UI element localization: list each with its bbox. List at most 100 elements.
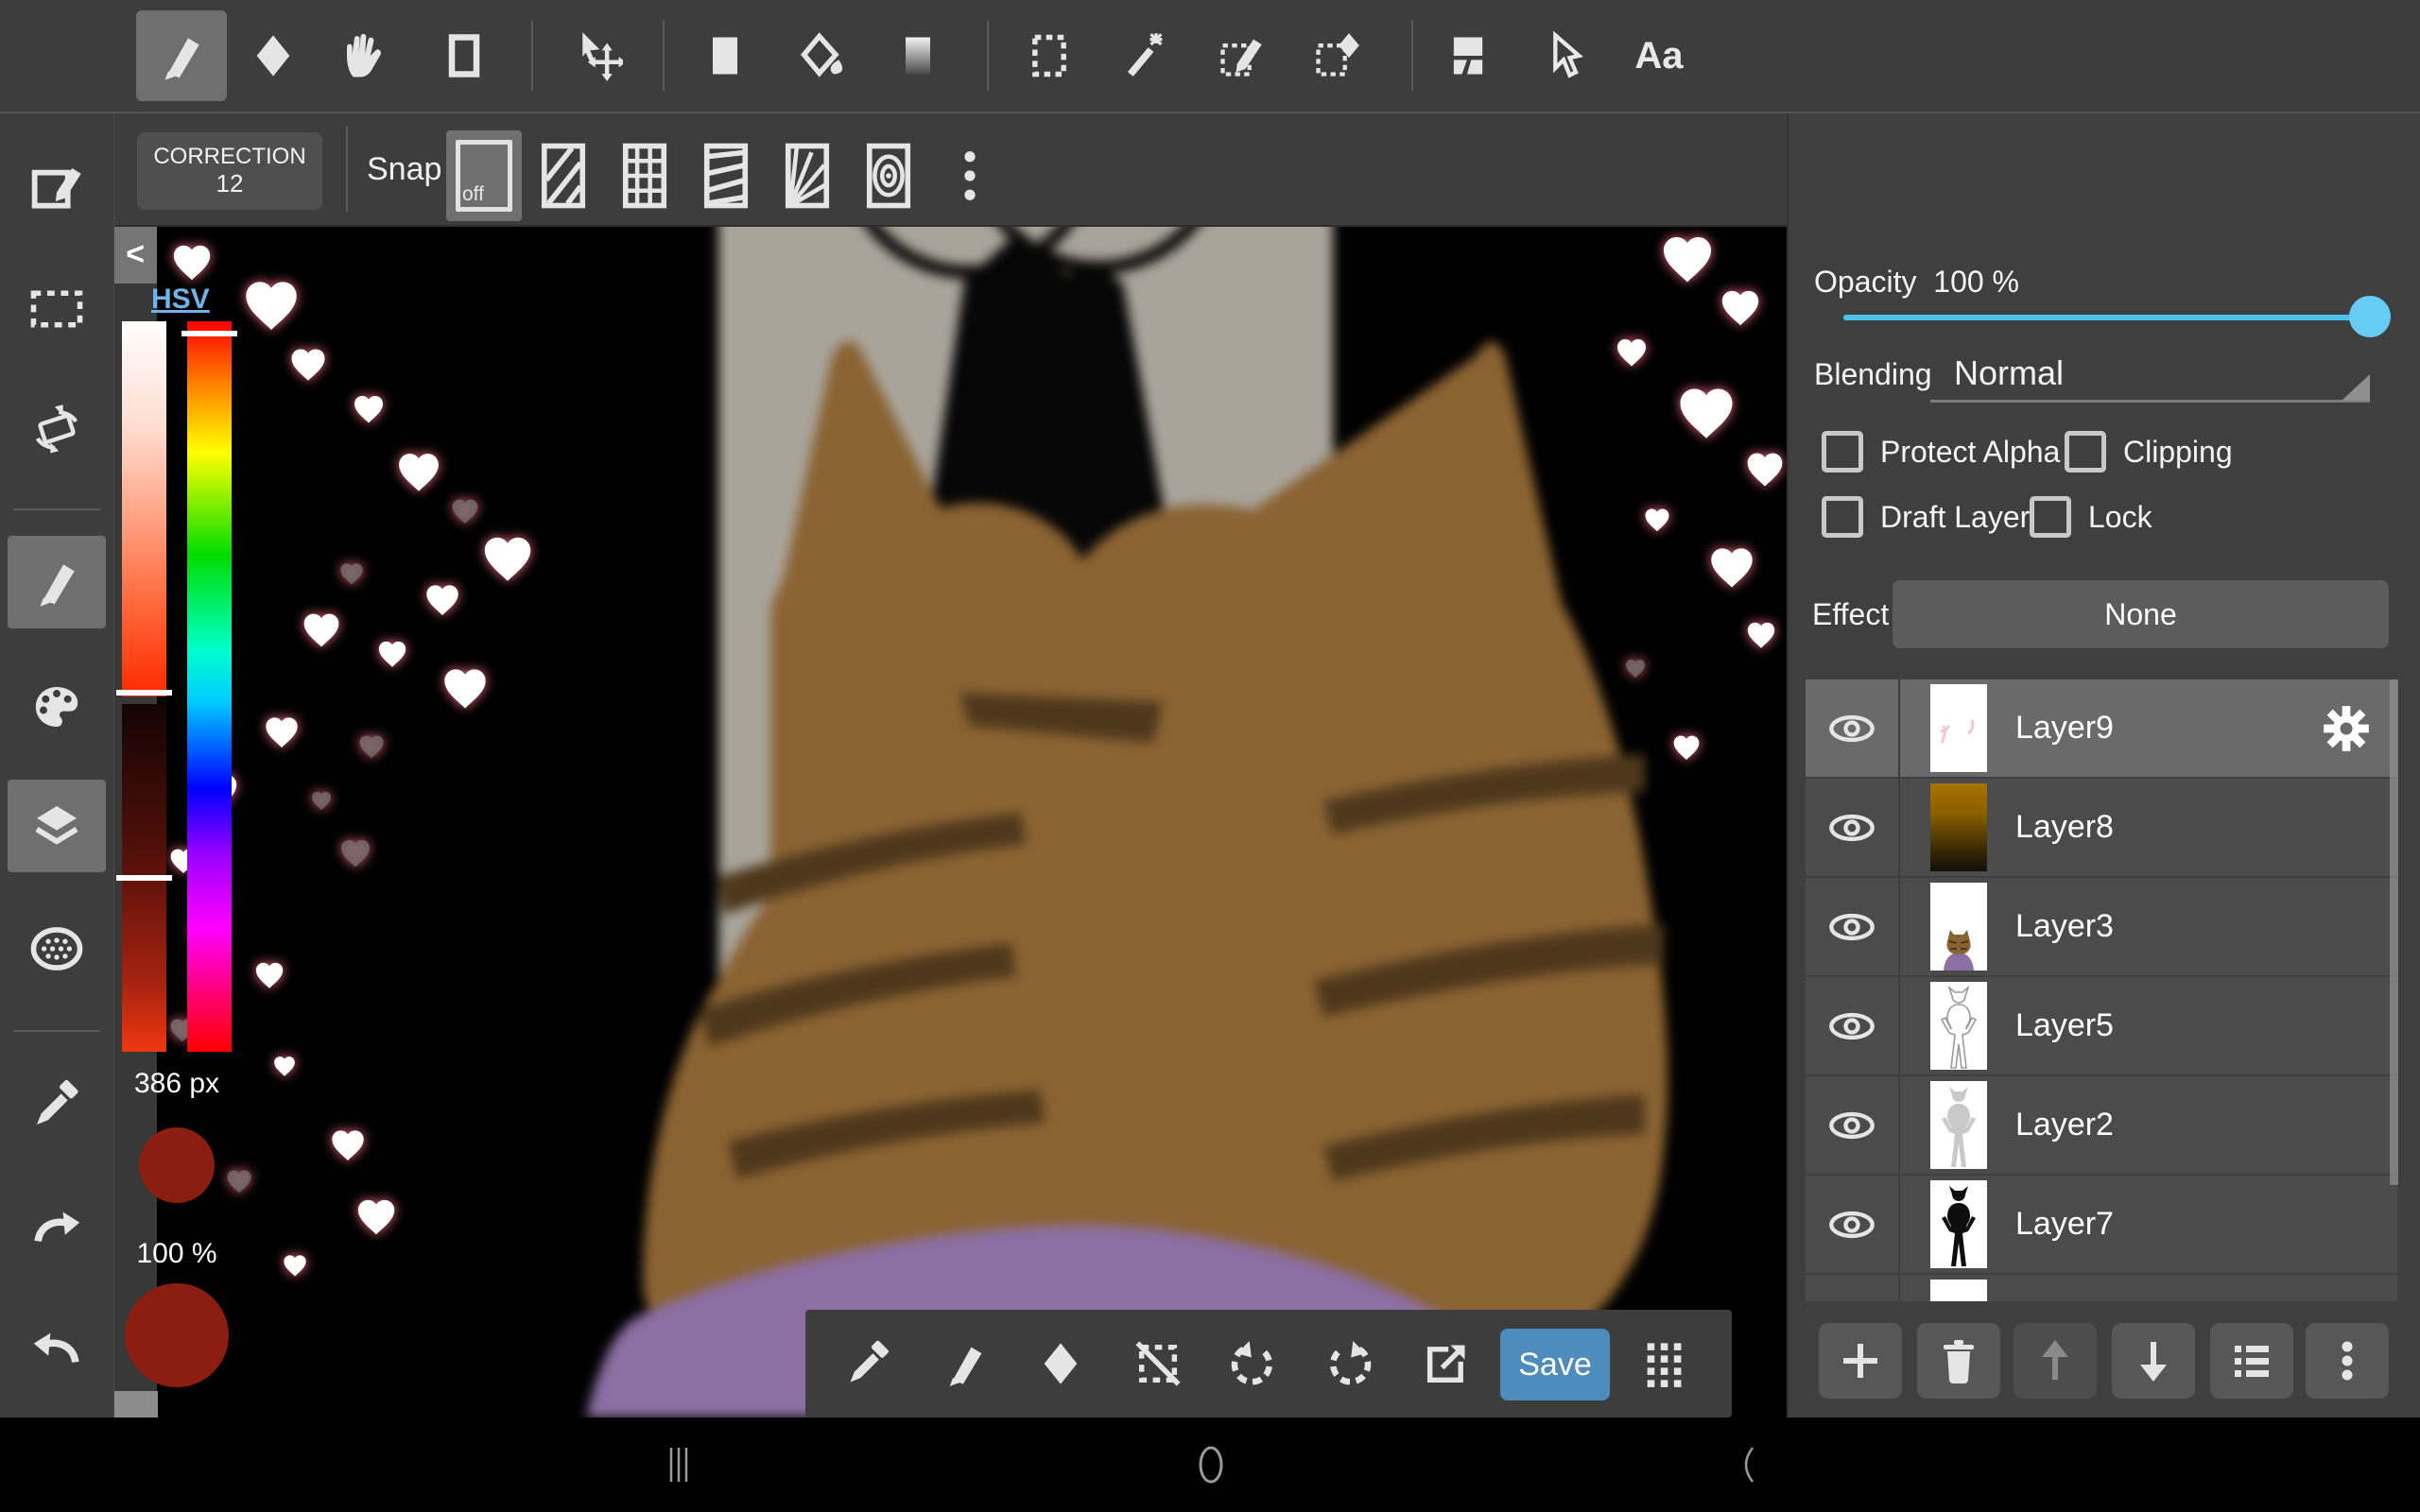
layer-row-layer9[interactable]: Layer9 [1806,679,2397,777]
protect-alpha-checkbox[interactable] [1822,431,1863,472]
layer-visibility-toggle[interactable] [1806,779,1900,876]
sidebar-eyedropper[interactable] [8,1058,106,1151]
sidebar-palette[interactable] [8,661,106,753]
snap-vanishing-button[interactable] [781,144,834,208]
layer-thumbnail[interactable] [1930,1280,1987,1301]
layer-thumbnail[interactable] [1930,883,1987,971]
tool-text[interactable]: Aa [1628,25,1690,87]
layer-row-layer8[interactable]: Layer8 [1806,779,2397,876]
tool-eraser[interactable] [242,25,304,87]
layer-row-layer3[interactable]: Layer3 [1806,878,2397,975]
sidebar-material[interactable] [8,902,106,995]
layer-settings-gear-icon[interactable] [2322,704,2371,753]
layer-thumbnail[interactable] [1930,1081,1987,1169]
opacity-slider-track[interactable] [1843,315,2369,320]
layer-thumbnail[interactable] [1930,982,1987,1070]
saturation-marker[interactable] [116,690,172,696]
effect-dropdown[interactable]: None [1893,580,2389,648]
home-button[interactable] [1154,1418,1268,1512]
saturation-bar[interactable] [122,321,166,696]
sidebar-brush-tool[interactable] [8,536,106,628]
brush-button[interactable] [933,1332,997,1396]
tool-select-eraser[interactable] [1305,25,1368,87]
layer-thumbnail[interactable] [1930,783,1987,871]
snap-off-button[interactable]: off [446,130,522,221]
snap-vanishing-icon [781,142,834,210]
sidebar-rotate-canvas[interactable] [8,384,106,476]
canvas-artwork [113,225,1787,1418]
undo-button[interactable] [1221,1332,1286,1396]
sidebar-layers[interactable] [8,780,106,872]
tool-select-pen[interactable] [1210,25,1272,87]
snap-horizontal-button[interactable] [700,144,752,208]
recent-apps-button[interactable] [622,1418,735,1512]
brush-icon [155,29,208,82]
hsv-mode-link[interactable]: HSV [151,284,210,316]
tool-divide-panel[interactable] [1437,25,1499,87]
tool-operation-cursor[interactable] [1532,25,1595,87]
tool-fill-rect[interactable] [694,25,756,87]
layer-row-partial[interactable] [1806,1275,2397,1301]
sidebar-edit-canvas[interactable] [8,142,106,234]
sidebar-select[interactable] [8,263,106,355]
blending-dropdown-value[interactable]: Normal [1954,353,2064,393]
tool-magic-wand[interactable] [1114,25,1176,87]
layer-visibility-toggle[interactable] [1806,1176,1900,1273]
layer-row-layer7[interactable]: Layer7 [1806,1176,2397,1273]
layer-more-button[interactable] [2306,1323,2389,1399]
layer-row-layer2[interactable]: Layer2 [1806,1076,2397,1174]
move-layer-down-button[interactable] [2112,1323,2195,1399]
lock-checkbox[interactable] [2030,496,2071,538]
deselect-button[interactable] [1126,1332,1190,1396]
hue-marker[interactable] [182,331,237,336]
sidebar-undo[interactable] [8,1301,106,1394]
heart-shape [485,538,530,581]
layer-visibility-toggle[interactable] [1806,878,1900,975]
sidebar-redo[interactable] [8,1180,106,1273]
brush-opacity-preview[interactable] [125,1283,229,1387]
tool-gradient[interactable] [887,25,949,87]
layer-thumbnail[interactable] [1930,1180,1987,1268]
move-layer-up-button[interactable] [2014,1323,2097,1399]
panel-resize-handle[interactable] [113,1391,158,1418]
drawing-canvas[interactable]: < HSV 386 px 100 % [113,225,1787,1418]
snap-parallel-button[interactable] [537,144,590,208]
dropdown-caret-icon[interactable] [2342,374,2370,401]
collapse-panel-button[interactable]: < [113,225,157,284]
layer-list-scrollbar[interactable] [2390,679,2398,1185]
opacity-slider-thumb[interactable] [2349,296,2391,337]
draft-layer-checkbox[interactable] [1822,496,1863,538]
layer-visibility-toggle[interactable] [1806,1076,1900,1174]
tool-bucket-fill[interactable] [791,25,854,87]
eyedropper-button[interactable] [837,1332,901,1396]
tool-frame[interactable] [433,25,495,87]
tool-move[interactable] [566,25,629,87]
correction-button[interactable]: CORRECTION 12 [137,132,322,210]
grid-menu-button[interactable] [1632,1332,1696,1396]
layer-visibility-toggle[interactable] [1806,679,1900,777]
delete-layer-button[interactable] [1917,1323,2000,1399]
layer-thumbnail[interactable] [1930,684,1987,772]
snap-grid-button[interactable] [618,144,671,208]
snap-radial-button[interactable] [862,144,915,208]
layer-row-layer5[interactable]: Layer5 [1806,977,2397,1074]
hue-bar[interactable] [187,321,232,1052]
layer-name: Layer5 [2015,977,2114,1074]
layer-visibility-toggle[interactable] [1806,1275,1900,1301]
add-layer-button[interactable] [1819,1323,1902,1399]
export-button[interactable] [1414,1332,1478,1396]
layer-visibility-toggle[interactable] [1806,977,1900,1074]
snap-more-button[interactable] [943,144,996,208]
eraser-button[interactable] [1028,1332,1093,1396]
save-button[interactable]: Save [1500,1329,1610,1400]
brush-size-preview[interactable] [139,1127,215,1203]
value-marker[interactable] [116,875,172,881]
tool-hand[interactable] [333,25,395,87]
back-button[interactable] [1690,1418,1804,1512]
tool-select-rect[interactable] [1018,25,1080,87]
clipping-checkbox[interactable] [2065,431,2106,472]
snap-grid-icon [618,142,671,210]
redo-button[interactable] [1317,1332,1381,1396]
tool-brush[interactable] [136,10,227,101]
layer-list-options-button[interactable] [2210,1323,2293,1399]
